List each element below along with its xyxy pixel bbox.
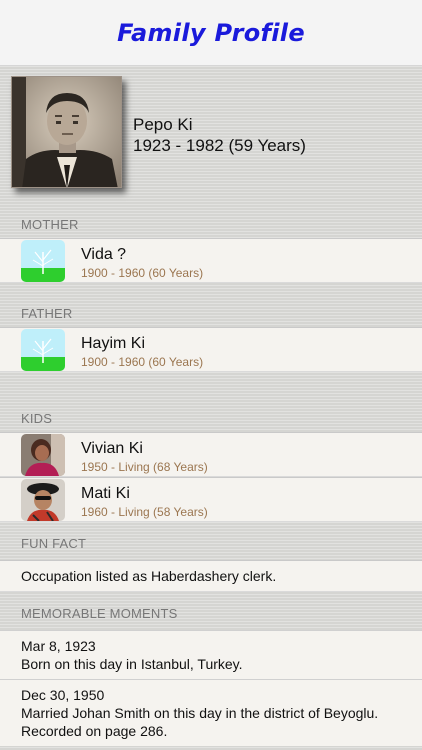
moment-text: Married Johan Smith on this day in the d… [21, 705, 379, 739]
father-name: Hayim Ki [81, 335, 146, 352]
fun-fact-text: Occupation listed as Haberdashery clerk. [21, 568, 277, 584]
app-header: Family Profile [0, 0, 422, 66]
moment-text: Born on this day in Istanbul, Turkey. [21, 656, 243, 672]
tree-placeholder-icon [21, 329, 65, 371]
avatar [21, 434, 65, 476]
tree-placeholder-icon [21, 240, 65, 282]
kid-dates: 1960 - Living (58 Years) [81, 505, 208, 519]
profile-photo[interactable] [11, 76, 122, 188]
kid-dates: 1950 - Living (68 Years) [81, 460, 208, 474]
profile-name: Pepo Ki [133, 115, 193, 134]
section-label-mother: MOTHER [21, 216, 79, 232]
section-label-fun-fact: FUN FACT [21, 535, 87, 551]
mother-name: Vida ? [81, 246, 127, 263]
moment-item[interactable]: Mar 8, 1923 Born on this day in Istanbul… [0, 630, 422, 679]
mother-row[interactable]: Vida ? 1900 - 1960 (60 Years) [0, 238, 422, 283]
profile-header: Pepo Ki 1923 - 1982 (59 Years) [0, 66, 422, 210]
section-label-moments: MEMORABLE MOMENTS [21, 605, 178, 621]
profile-dates: 1923 - 1982 (59 Years) [133, 136, 306, 155]
kid-row[interactable]: Vivian Ki 1950 - Living (68 Years) [0, 432, 422, 477]
page-title: Family Profile [117, 18, 305, 47]
moment-date: Dec 30, 1950 [21, 687, 105, 703]
kid-name: Mati Ki [81, 485, 130, 502]
profile-content[interactable]: Pepo Ki 1923 - 1982 (59 Years) MOTHER Vi… [0, 66, 422, 750]
fun-fact-row: Occupation listed as Haberdashery clerk. [0, 560, 422, 592]
moment-item[interactable]: Dec 30, 1950 Married Johan Smith on this… [0, 679, 422, 746]
section-label-kids: KIDS [21, 410, 53, 426]
kid-row[interactable]: Mati Ki 1960 - Living (58 Years) [0, 477, 422, 522]
father-dates: 1900 - 1960 (60 Years) [81, 355, 204, 369]
section-label-father: FATHER [21, 305, 73, 321]
mother-dates: 1900 - 1960 (60 Years) [81, 266, 204, 280]
profile-info: Pepo Ki 1923 - 1982 (59 Years) [133, 114, 306, 156]
avatar [21, 479, 65, 521]
moment-date: Mar 8, 1923 [21, 638, 96, 654]
kid-name: Vivian Ki [81, 440, 143, 457]
father-row[interactable]: Hayim Ki 1900 - 1960 (60 Years) [0, 327, 422, 372]
